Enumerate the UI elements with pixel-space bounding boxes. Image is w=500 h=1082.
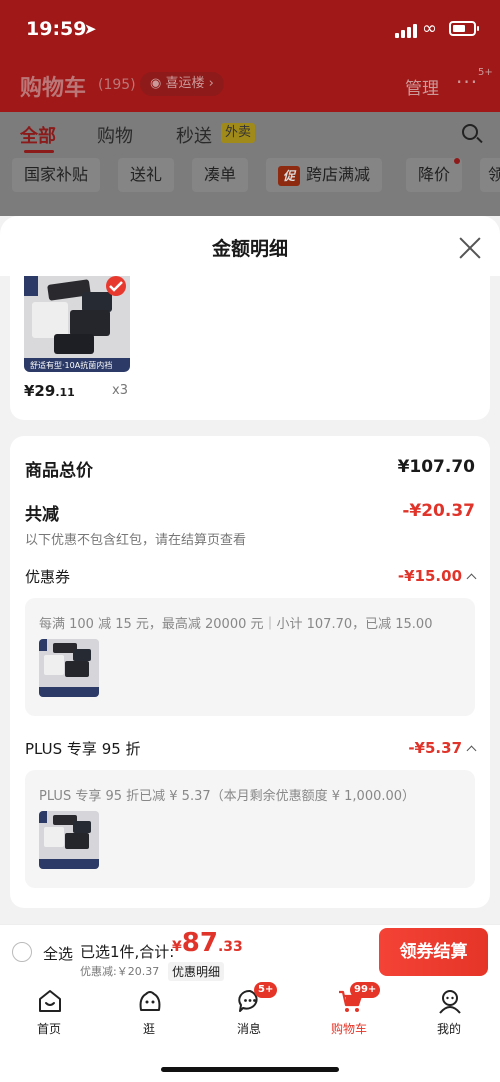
tab-all[interactable]: 全部 (20, 122, 56, 148)
selected-count: 已选1件,合计: (80, 943, 175, 961)
tab-shopping[interactable]: 购物 (97, 122, 133, 148)
coupon-detail: 每满 100 减 15 元，最高减 20000 元｜小计 107.70，已减 1… (39, 617, 433, 632)
checkout-button[interactable]: 领券结算 (379, 928, 488, 976)
sheet-title: 金额明细 (211, 238, 288, 260)
chevron-right-icon: › (204, 76, 214, 91)
tab-home-label: 首页 (36, 1022, 61, 1036)
chevron-up-icon (466, 573, 477, 584)
close-icon[interactable] (458, 236, 482, 260)
chip-cross-store-label: 跨店满减 (306, 165, 371, 184)
tab-miaosong[interactable]: 秒送 (176, 122, 212, 148)
location-label: 喜运楼 (165, 76, 205, 91)
more-badge: 5+ (478, 67, 493, 78)
red-dot (454, 158, 460, 164)
total-currency: ¥ (172, 939, 182, 955)
profile-icon (439, 990, 461, 1014)
status-bar: 19:59 ➤ ∞ (0, 0, 500, 60)
coupon-item-thumbnail[interactable] (39, 639, 99, 697)
item-price-dec: .11 (55, 386, 75, 399)
chip-more[interactable]: 领 (480, 158, 500, 192)
chevron-up-icon (466, 745, 477, 756)
tab-messages-label: 消息 (236, 1022, 261, 1036)
link-icon: ∞ (422, 18, 437, 39)
manage-button[interactable]: 管理 (405, 74, 439, 99)
location-pill[interactable]: ◉ 喜运楼 › (140, 72, 224, 96)
home-indicator (161, 1067, 339, 1072)
reduce-note: 以下优惠不包含红包，请在结算页查看 (25, 533, 247, 548)
promo-icon: 促 (278, 166, 300, 186)
total-value: ¥107.70 (397, 457, 475, 477)
plus-toggle[interactable]: -¥5.37 (300, 739, 477, 757)
battery-tip (477, 26, 479, 31)
total-int: 87 (181, 928, 218, 958)
chip-bundle[interactable]: 凑单 (192, 158, 249, 192)
item-quantity: x3 (112, 383, 128, 398)
status-time: 19:59 (26, 18, 87, 40)
eye-icon: ◉ (150, 76, 166, 91)
plus-detail: PLUS 专享 95 折已减 ¥ 5.37（本月剩余优惠额度 ¥ 1,000.0… (39, 789, 416, 804)
total-label: 商品总价 (25, 461, 93, 481)
coupon-toggle[interactable]: -¥15.00 (300, 567, 477, 585)
chip-national-subsidy[interactable]: 国家补贴 (12, 158, 101, 192)
reduce-label: 共减 (25, 505, 59, 525)
location-arrow-icon: ➤ (84, 20, 97, 38)
select-all-checkbox[interactable] (12, 942, 32, 962)
cart-title: 购物车 (20, 76, 87, 101)
chip-gift[interactable]: 送礼 (118, 158, 175, 192)
plus-value: -¥5.37 (408, 739, 462, 757)
coupon-value: -¥15.00 (397, 567, 462, 585)
browse-face-icon (139, 991, 161, 1011)
chip-price-drop[interactable]: 降价 (406, 158, 463, 192)
plus-item-thumbnail[interactable] (39, 811, 99, 869)
chip-cross-store[interactable]: 促跨店满减 (266, 158, 383, 192)
tab-me-label: 我的 (436, 1022, 461, 1036)
discount-detail-link[interactable]: 优惠明细 (168, 962, 225, 981)
product-image-caption: 舒适有型·10A抗菌内裆 (30, 360, 112, 370)
tab-cart-label: 购物车 (330, 1022, 367, 1036)
item-price-int: ¥29 (24, 382, 56, 400)
home-icon (39, 990, 61, 1012)
reduce-value: -¥20.37 (402, 501, 475, 521)
plus-label: PLUS 专享 95 折 (25, 740, 141, 758)
battery-icon (449, 21, 476, 36)
total-amount: ¥87.33 (172, 928, 243, 958)
tab-underline (24, 150, 54, 153)
more-icon[interactable]: ··· (456, 70, 478, 94)
total-dec: .33 (217, 939, 243, 955)
product-image[interactable]: 舒适有型·10A抗菌内裆 (24, 276, 130, 372)
cart-badge: 99+ (350, 982, 381, 998)
select-all-label[interactable]: 全选 (43, 943, 73, 964)
discount-summary: 优惠减:￥20.37 (80, 965, 160, 978)
coupon-label: 优惠券 (25, 568, 71, 586)
cart-count: (195) (98, 77, 136, 93)
search-icon[interactable] (462, 124, 478, 140)
waimai-tag: 外卖 (221, 123, 256, 143)
messages-badge: 5+ (254, 982, 278, 998)
tab-browse-label: 逛 (142, 1022, 155, 1036)
cellular-signal-icon (395, 24, 417, 38)
item-price: ¥29.11 (24, 382, 75, 400)
